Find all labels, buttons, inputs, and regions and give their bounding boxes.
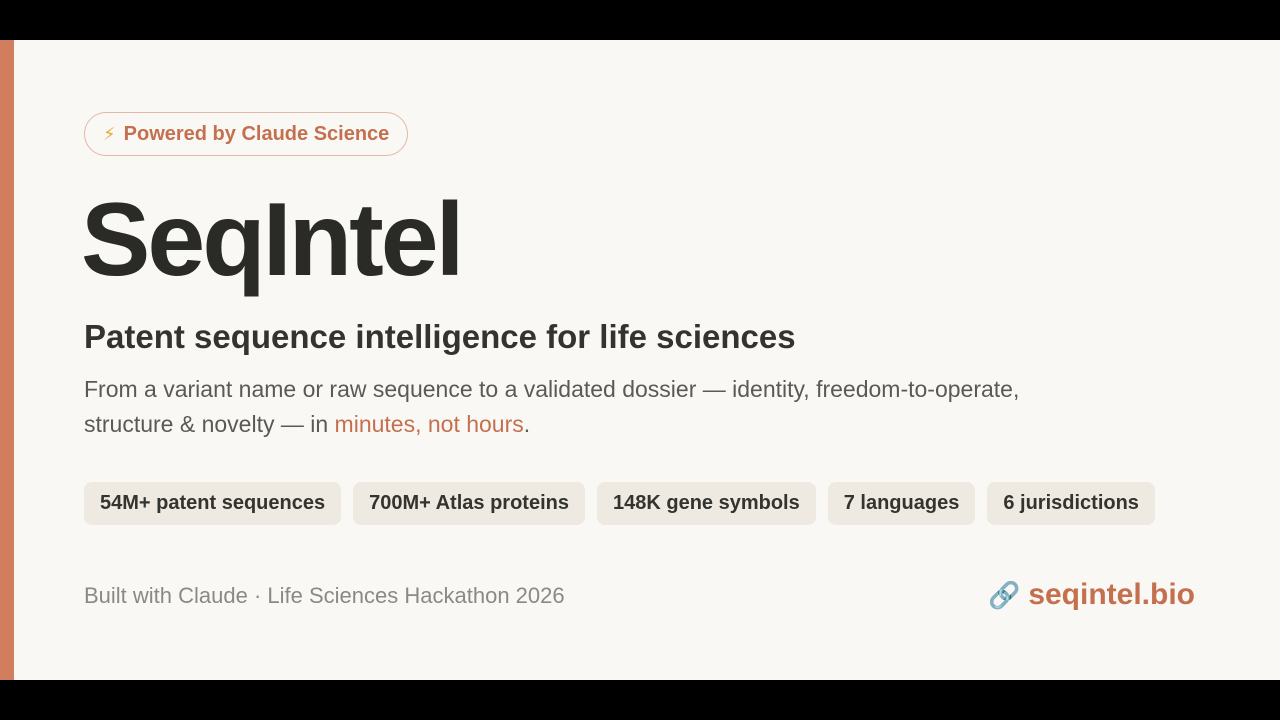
website-link[interactable]: 🔗 seqintel.bio	[988, 578, 1195, 612]
lightning-icon: ⚡	[103, 124, 116, 144]
stats-row: 54M+ patent sequences 700M+ Atlas protei…	[84, 482, 1155, 525]
description-highlight: minutes, not hours	[334, 411, 524, 437]
accent-bar	[0, 40, 14, 680]
stat-chip-atlas-proteins: 700M+ Atlas proteins	[353, 482, 585, 525]
stat-chip-languages: 7 languages	[827, 482, 976, 525]
badge-label: Powered by Claude Science	[123, 122, 390, 145]
website-link-label: seqintel.bio	[1028, 578, 1195, 611]
description-text: From a variant name or raw sequence to a…	[84, 376, 1020, 437]
stat-chip-gene-symbols: 148K gene symbols	[596, 482, 816, 525]
slide: ⚡ Powered by Claude Science SeqIntel Pat…	[0, 40, 1280, 680]
link-icon: 🔗	[987, 580, 1021, 610]
product-description: From a variant name or raw sequence to a…	[84, 372, 1104, 442]
product-subtitle: Patent sequence intelligence for life sc…	[84, 318, 796, 355]
slide-content: ⚡ Powered by Claude Science SeqIntel Pat…	[81, 40, 1214, 680]
product-title: SeqIntel	[81, 182, 465, 298]
stat-chip-patent-sequences: 54M+ patent sequences	[84, 482, 342, 525]
description-end: .	[523, 411, 531, 437]
powered-by-badge: ⚡ Powered by Claude Science	[84, 112, 409, 156]
stat-chip-jurisdictions: 6 jurisdictions	[987, 482, 1155, 525]
footer-credit: Built with Claude · Life Sciences Hackat…	[84, 583, 565, 608]
